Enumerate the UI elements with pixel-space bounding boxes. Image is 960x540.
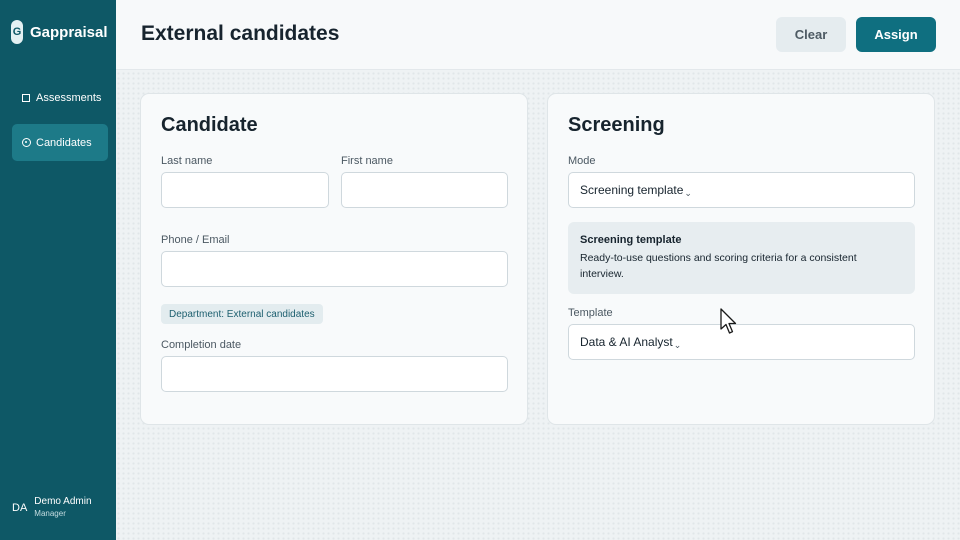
- page-title: External candidates: [141, 22, 340, 45]
- user-role: Manager: [34, 509, 66, 518]
- sidebar-item-label: Candidates: [36, 136, 92, 149]
- contact-label: Phone / Email: [161, 234, 230, 246]
- screening-card: Screening Mode Screening template ⌄ Scre…: [547, 93, 935, 425]
- sidebar-item-candidates[interactable]: Candidates: [12, 124, 108, 161]
- first-name-input[interactable]: [341, 172, 508, 208]
- target-icon: [21, 138, 31, 148]
- info-text: Ready-to-use questions and scoring crite…: [580, 252, 857, 280]
- first-name-label: First name: [341, 155, 393, 167]
- chevron-down-icon: ⌄: [673, 339, 682, 350]
- user-name: Demo Admin: [34, 496, 92, 507]
- mode-info-box: Screening template Ready-to-use question…: [568, 222, 915, 294]
- brand-name: Gappraisal: [30, 23, 108, 41]
- template-label: Template: [568, 307, 613, 319]
- candidate-card: Candidate Last name First name Phone / E…: [140, 93, 528, 425]
- sidebar: G Gappraisal Assessments Candidates DA D…: [0, 0, 116, 540]
- clear-button[interactable]: Clear: [776, 17, 846, 52]
- main-content: Candidate Last name First name Phone / E…: [116, 71, 960, 540]
- last-name-label: Last name: [161, 155, 213, 167]
- mode-select[interactable]: Screening template ⌄: [568, 172, 915, 208]
- assign-button[interactable]: Assign: [856, 17, 936, 52]
- sidebar-item-label: Assessments: [36, 91, 102, 104]
- mouse-cursor-icon: [720, 308, 737, 334]
- completion-date-input[interactable]: [161, 356, 508, 392]
- candidate-card-title: Candidate: [161, 114, 258, 136]
- user-profile[interactable]: DA Demo Admin Manager: [12, 496, 92, 520]
- mode-label: Mode: [568, 155, 596, 167]
- last-name-input[interactable]: [161, 172, 329, 208]
- sidebar-item-assessments[interactable]: Assessments: [12, 79, 108, 116]
- screening-card-title: Screening: [568, 114, 665, 136]
- mode-select-value: Screening template: [580, 183, 684, 197]
- department-chip: Department: External candidates: [161, 304, 323, 324]
- brand-logo: G: [11, 20, 23, 44]
- completion-date-label: Completion date: [161, 339, 242, 351]
- header: External candidates Clear Assign: [116, 0, 960, 70]
- info-title: Screening template: [580, 234, 682, 246]
- clipboard-icon: [21, 93, 31, 103]
- brand[interactable]: G Gappraisal: [11, 20, 108, 44]
- contact-input[interactable]: [161, 251, 508, 287]
- avatar: DA: [12, 502, 28, 514]
- chevron-down-icon: ⌄: [684, 187, 692, 198]
- template-select[interactable]: Data & AI Analyst ⌄: [568, 324, 915, 360]
- template-select-value: Data & AI Analyst: [580, 335, 673, 349]
